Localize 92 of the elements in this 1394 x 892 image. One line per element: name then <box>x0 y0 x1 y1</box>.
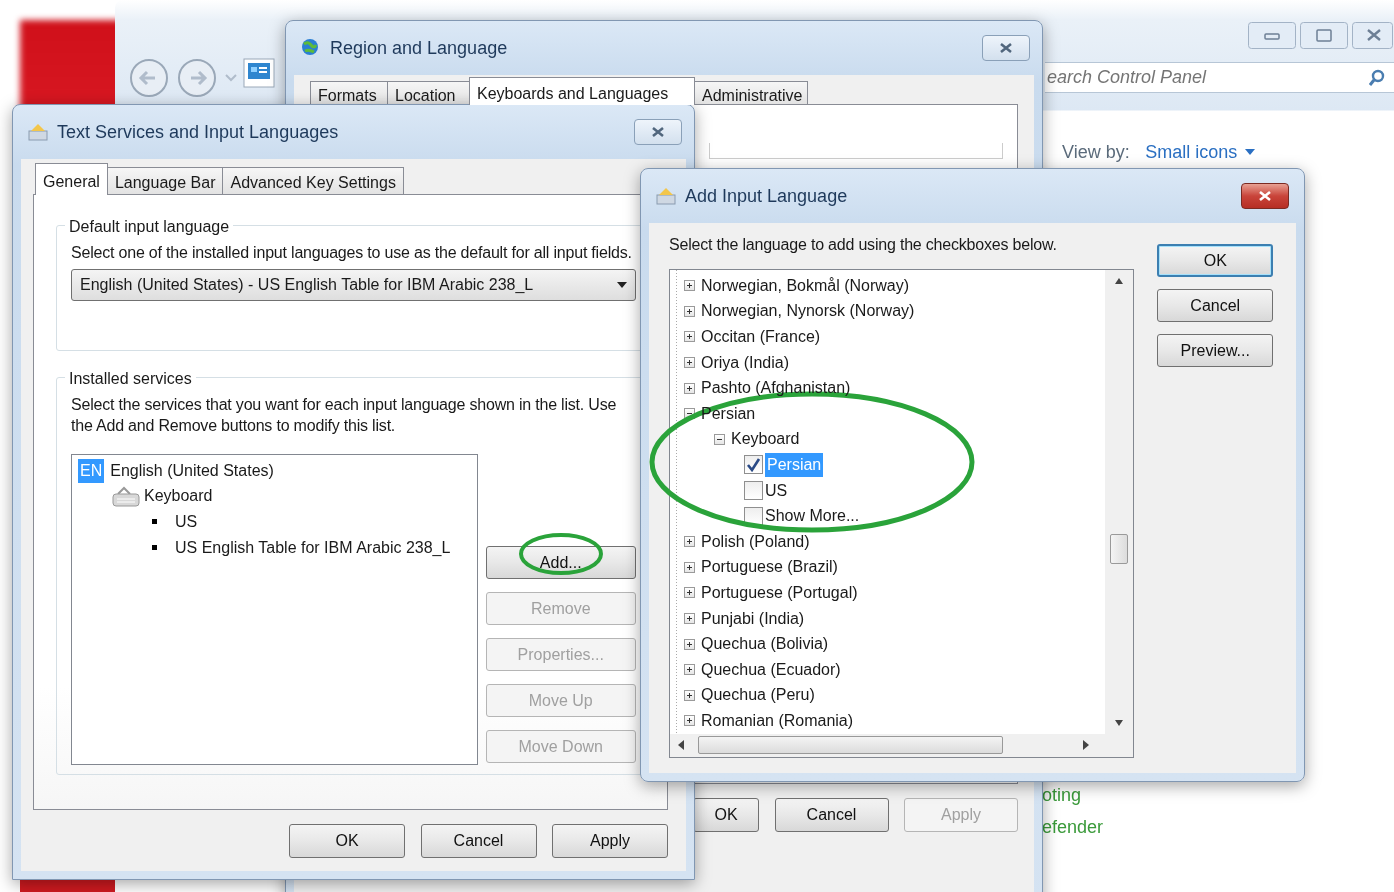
expander-icon[interactable] <box>684 689 695 701</box>
scroll-down-icon[interactable] <box>1115 719 1123 726</box>
tree-item[interactable]: US <box>765 478 788 503</box>
window-title: Text Services and Input Languages <box>57 120 339 144</box>
checkbox[interactable] <box>744 481 763 501</box>
tab[interactable]: Language Bar <box>106 167 224 195</box>
button[interactable]: Apply <box>552 824 668 858</box>
control-panel-icon <box>243 58 275 88</box>
close-button[interactable] <box>634 119 682 145</box>
tab[interactable]: General <box>35 163 108 195</box>
expander-icon[interactable] <box>714 433 725 445</box>
expander-icon[interactable] <box>684 305 695 317</box>
description-text: Select the services that you want for each input language shown in the list. Use the Add and Remove buttons to modify this list. <box>71 395 618 436</box>
button[interactable]: Preview... <box>1157 334 1274 367</box>
tab[interactable]: Location <box>387 81 470 105</box>
checkbox[interactable] <box>744 455 763 475</box>
bullet-icon <box>152 545 157 551</box>
keyboard-icon <box>112 485 140 507</box>
close-button[interactable] <box>1241 183 1289 209</box>
view-by-dropdown[interactable]: Small icons <box>1145 141 1255 163</box>
close-icon <box>651 126 665 138</box>
window-title: Region and Language <box>330 36 508 60</box>
tree-item[interactable]: Keyboard <box>144 484 213 509</box>
tab[interactable]: Advanced Key Settings <box>222 167 404 195</box>
expander-icon[interactable] <box>684 536 695 548</box>
language-tree[interactable] <box>669 269 1134 758</box>
description-text: Select one of the installed input languages to use as the default for all input fields. <box>71 243 633 263</box>
language-code-badge: EN <box>78 458 105 483</box>
button[interactable]: Cancel <box>420 824 537 858</box>
expander-icon[interactable] <box>684 561 695 573</box>
installed-services-list[interactable]: EN English (United States) Keyboard US US English Table for IBM Arabic 238_L <box>71 454 478 765</box>
expander-icon[interactable] <box>684 638 695 650</box>
expander-icon[interactable] <box>684 357 695 369</box>
expander-icon[interactable] <box>684 280 695 292</box>
expander-icon[interactable] <box>684 587 695 599</box>
tree-item[interactable]: Occitan (France) <box>701 325 821 349</box>
expander-icon[interactable] <box>684 408 695 420</box>
tab[interactable]: Formats <box>310 81 388 105</box>
search-icon <box>1369 68 1387 87</box>
scroll-right-icon[interactable] <box>1083 740 1089 751</box>
scroll-up-icon[interactable] <box>1115 278 1123 284</box>
tree-item[interactable]: English (United States) <box>110 458 274 483</box>
expander-icon[interactable] <box>684 613 695 624</box>
button[interactable]: Cancel <box>1157 289 1274 322</box>
tree-item[interactable]: Show More... <box>765 504 860 529</box>
close-icon <box>1258 190 1272 202</box>
tree-item[interactable]: Quechua (Ecuador) <box>701 657 841 682</box>
bullet-icon <box>152 519 157 525</box>
dropdown[interactable]: English (United States) - US English Table for IBM Arabic 238_L <box>71 269 636 301</box>
tree-item[interactable]: Quechua (Peru) <box>701 683 815 708</box>
button[interactable]: OK <box>289 824 405 858</box>
add-language-icon <box>655 185 677 207</box>
tab[interactable]: Keyboards and Languages <box>469 77 695 105</box>
tab[interactable]: Administrative <box>694 81 808 105</box>
expander-icon[interactable] <box>684 715 695 727</box>
tree-item[interactable]: Norwegian, Bokmål (Norway) <box>701 273 910 298</box>
caret-icon <box>617 282 627 288</box>
tree-item[interactable]: Keyboard <box>731 427 800 452</box>
button[interactable]: Cancel <box>774 798 889 832</box>
tree-item[interactable]: Persian <box>701 401 756 426</box>
tree-item[interactable]: US English Table for IBM Arabic 238_L <box>175 535 451 560</box>
tree-item[interactable]: Portuguese (Portugal) <box>701 580 858 605</box>
expander-icon[interactable] <box>684 664 695 676</box>
tree-item[interactable]: Romanian (Romania) <box>701 708 854 733</box>
scrollbar-thumb[interactable] <box>1110 534 1128 564</box>
scroll-left-icon[interactable] <box>678 740 684 751</box>
check-icon <box>746 457 761 472</box>
tree-item[interactable]: Oriya (India) <box>701 350 790 375</box>
button[interactable]: Add... <box>485 546 636 579</box>
text-services-icon <box>27 121 49 143</box>
close-button[interactable] <box>982 35 1030 61</box>
tree-item[interactable]: Polish (Poland) <box>701 529 810 554</box>
window-title: Add Input Language <box>685 184 848 208</box>
scrollbar-thumb[interactable] <box>698 736 1003 755</box>
control-panel-link[interactable]: oting <box>1042 784 1104 806</box>
tree-item[interactable]: US <box>175 510 198 534</box>
tree-item[interactable]: Punjabi (India) <box>701 606 805 631</box>
tree-item[interactable]: Portuguese (Brazil) <box>701 555 838 580</box>
view-by-label: View by: <box>1062 141 1130 163</box>
expander-icon[interactable] <box>684 331 695 343</box>
tree-item[interactable]: Norwegian, Nynorsk (Norway) <box>701 299 915 324</box>
control-panel-link[interactable]: efender <box>1042 816 1104 838</box>
instruction-text: Select the language to add using the checkboxes below. <box>669 235 1058 255</box>
vertical-scrollbar[interactable] <box>1105 270 1133 734</box>
button[interactable]: OK <box>693 798 759 832</box>
tree-item[interactable]: Pashto (Afghanistan) <box>701 376 851 401</box>
close-icon <box>999 42 1013 54</box>
expander-icon[interactable] <box>684 382 695 394</box>
horizontal-scrollbar[interactable] <box>670 733 1133 757</box>
button[interactable]: OK <box>1157 244 1274 277</box>
caret-icon <box>1245 149 1255 155</box>
tree-item[interactable]: Quechua (Bolivia) <box>701 632 829 657</box>
